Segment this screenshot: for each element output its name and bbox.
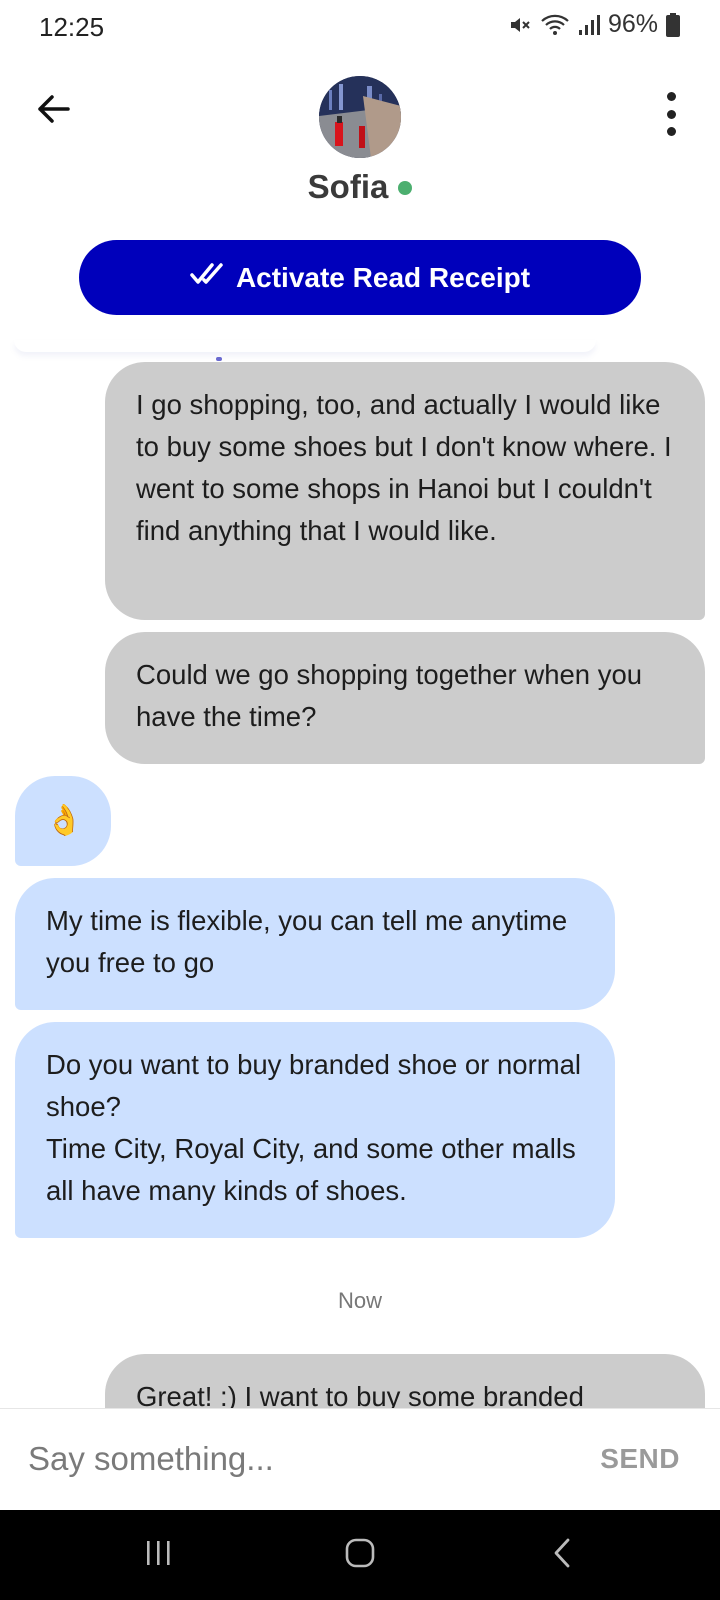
system-nav-bar — [0, 1510, 720, 1600]
send-button[interactable]: SEND — [600, 1443, 680, 1475]
system-back-button[interactable] — [532, 1532, 592, 1578]
home-icon — [344, 1537, 376, 1574]
message-bubble-outgoing[interactable]: Great! :) I want to buy some branded — [105, 1354, 705, 1408]
previous-message-edge — [14, 340, 596, 352]
message-bubble-incoming[interactable]: Do you want to buy branded shoe or norma… — [15, 1022, 615, 1238]
message-text: Could we go shopping together when you h… — [136, 659, 643, 732]
scroll-mark — [216, 357, 222, 361]
message-bubble-incoming[interactable]: My time is flexible, you can tell me any… — [15, 878, 615, 1010]
recent-apps-button[interactable] — [128, 1532, 188, 1578]
message-composer: SEND — [0, 1408, 720, 1510]
message-input[interactable] — [28, 1433, 548, 1485]
recent-apps-icon — [143, 1538, 173, 1573]
home-button[interactable] — [330, 1532, 390, 1578]
ok-hand-emoji: 👌 — [45, 804, 84, 837]
chat-area[interactable]: I go shopping, too, and actually I would… — [0, 0, 720, 1408]
message-bubble-outgoing[interactable]: I go shopping, too, and actually I would… — [105, 362, 705, 620]
chevron-left-icon — [550, 1537, 574, 1574]
message-bubble-outgoing[interactable]: Could we go shopping together when you h… — [105, 632, 705, 764]
message-bubble-incoming[interactable]: 👌 — [15, 776, 111, 866]
message-text: I go shopping, too, and actually I would… — [136, 389, 672, 546]
message-text: My time is flexible, you can tell me any… — [46, 905, 568, 978]
time-divider: Now — [337, 1288, 382, 1313]
message-text: Do you want to buy branded shoe or norma… — [46, 1049, 582, 1206]
message-text: Great! :) I want to buy some branded — [136, 1381, 584, 1408]
